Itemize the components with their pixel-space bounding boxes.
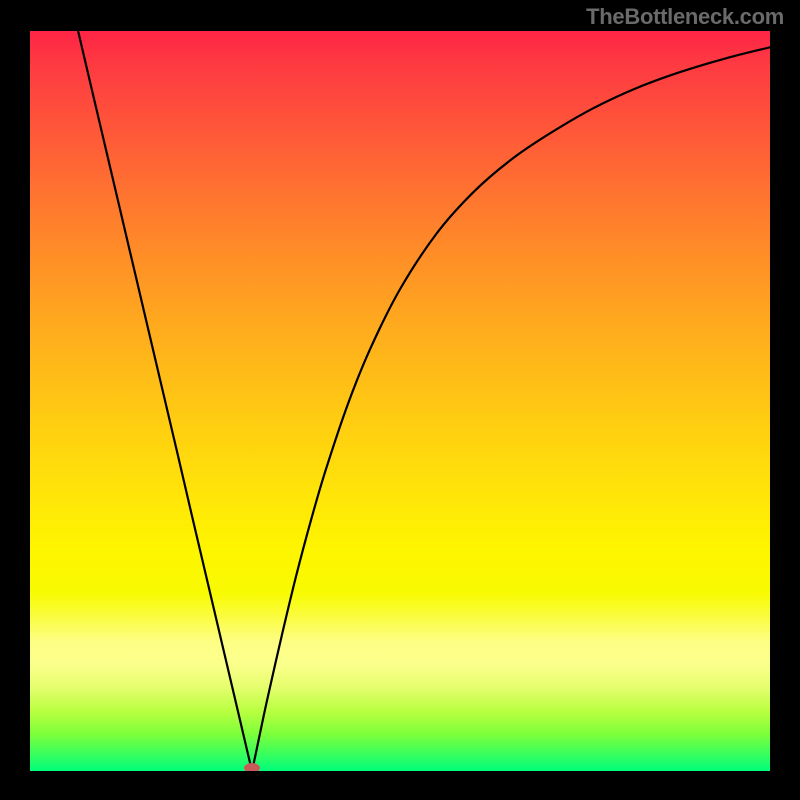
right-border xyxy=(770,0,800,800)
bottom-border xyxy=(0,771,800,800)
chart-container: TheBottleneck.com xyxy=(0,0,800,800)
plot-area xyxy=(30,31,770,771)
left-border xyxy=(0,0,30,800)
watermark-label: TheBottleneck.com xyxy=(586,4,784,30)
